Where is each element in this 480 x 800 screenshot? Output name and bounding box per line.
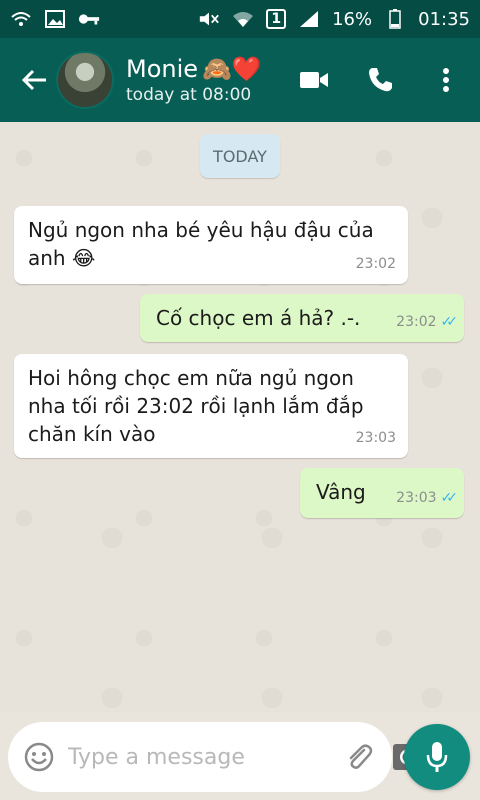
message-outgoing[interactable]: Cố chọc em á hả? .-. 23:02 ✓✓ <box>140 294 464 342</box>
key-icon <box>78 9 100 29</box>
message-outgoing[interactable]: Vâng 23:03 ✓✓ <box>300 468 464 518</box>
battery-percent: 16% <box>332 8 373 30</box>
back-arrow-icon <box>21 69 46 91</box>
back-button[interactable] <box>14 60 54 100</box>
message-composer <box>8 722 423 792</box>
last-seen: today at 08:00 <box>126 85 252 105</box>
chat-header: Monie 🙈❤️ today at 08:00 <box>0 38 480 122</box>
message-text: Hoi hông chọc em nữa ngủ ngon nha tối rồ… <box>28 366 364 446</box>
message-time: 23:02 ✓✓ <box>396 308 459 336</box>
wifi-icon <box>232 9 254 29</box>
more-options-button[interactable] <box>430 64 462 96</box>
contact-avatar[interactable] <box>56 51 114 109</box>
message-time: 23:03 <box>355 430 396 446</box>
read-receipt-icon: ✓✓ <box>440 490 459 506</box>
message-incoming[interactable]: Ngủ ngon nha bé yêu hậu đậu của anh 😂 23… <box>14 206 408 284</box>
clock: 01:35 <box>418 8 470 30</box>
video-call-button[interactable] <box>298 64 330 96</box>
voice-record-button[interactable] <box>404 724 470 790</box>
status-right: 1 16% 01:35 <box>198 9 470 30</box>
voice-call-icon <box>369 68 392 92</box>
mute-icon <box>198 9 220 29</box>
status-left <box>10 9 100 29</box>
date-separator: TODAY <box>200 134 280 178</box>
attach-icon <box>349 744 373 769</box>
wifi-call-icon <box>10 9 32 29</box>
message-input[interactable] <box>66 743 344 771</box>
battery-icon <box>384 9 406 29</box>
header-actions <box>298 64 462 96</box>
message-time: 23:03 ✓✓ <box>396 484 459 512</box>
emoji-icon <box>24 742 54 772</box>
voice-call-button[interactable] <box>364 64 396 96</box>
mic-icon <box>426 742 448 772</box>
message-time: 23:02 <box>355 256 396 272</box>
video-call-icon <box>300 72 328 88</box>
message-list[interactable]: TODAY Ngủ ngon nha bé yêu hậu đậu của an… <box>0 122 480 712</box>
status-bar: 1 16% 01:35 <box>0 0 480 38</box>
image-icon <box>44 9 66 29</box>
message-text: Ngủ ngon nha bé yêu hậu đậu của anh 😂 <box>28 218 374 270</box>
emoji-button[interactable] <box>24 741 54 773</box>
contact-name: Monie <box>126 55 199 83</box>
message-incoming[interactable]: Hoi hông chọc em nữa ngủ ngon nha tối rồ… <box>14 354 408 458</box>
message-text: Vâng <box>316 480 366 504</box>
contact-name-emoji: 🙈❤️ <box>202 55 262 83</box>
sim-indicator: 1 <box>266 9 287 29</box>
signal-icon <box>298 9 320 29</box>
contact-info[interactable]: Monie 🙈❤️ today at 08:00 <box>126 55 298 105</box>
message-text: Cố chọc em á hả? .-. <box>156 306 361 330</box>
attach-button[interactable] <box>344 741 374 773</box>
read-receipt-icon: ✓✓ <box>440 314 459 330</box>
more-options-icon <box>443 68 449 92</box>
